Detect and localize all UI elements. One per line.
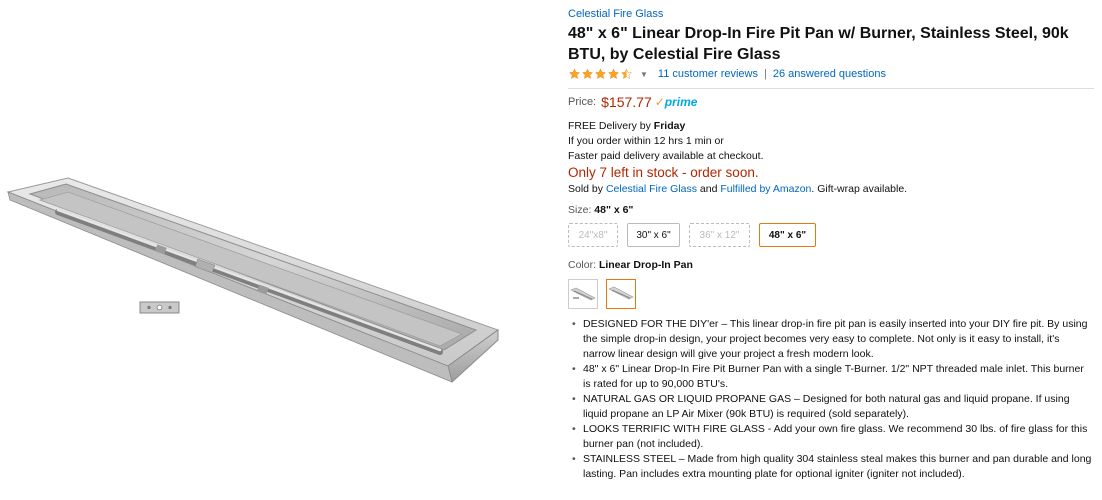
star-full-icon (569, 68, 580, 79)
delivery-info: FREE Delivery by Friday If you order wit… (568, 119, 1094, 164)
product-details: Celestial Fire Glass 48" x 6" Linear Dro… (568, 4, 1094, 482)
size-option-36x12[interactable]: 36" x 12" (689, 223, 750, 247)
price-label: Price: (568, 96, 597, 108)
star-rating[interactable] (568, 68, 633, 80)
color-label: Color: Linear Drop-In Pan (568, 258, 1094, 272)
size-option-30x6[interactable]: 30" x 6" (627, 223, 680, 247)
feature-bullet: 48" x 6" Linear Drop-In Fire Pit Burner … (568, 362, 1094, 392)
brand-link[interactable]: Celestial Fire Glass (568, 8, 663, 21)
size-label-text: Size: (568, 204, 595, 216)
feature-bullet: STAINLESS STEEL – Made from high quality… (568, 452, 1094, 482)
prime-badge[interactable]: ✓ prime (655, 95, 698, 109)
feature-bullet: NATURAL GAS OR LIQUID PROPANE GAS – Desi… (568, 392, 1094, 422)
color-swatch-alt[interactable] (568, 279, 598, 309)
sold-by-prefix: Sold by (568, 183, 606, 195)
mounting-plate (139, 301, 180, 314)
fulfilled-by-amazon-link[interactable]: Fulfilled by Amazon (720, 183, 811, 195)
faster-delivery-text: Faster paid delivery available at checko… (568, 150, 764, 162)
color-selected-value: Linear Drop-In Pan (598, 259, 693, 271)
answered-questions-link[interactable]: 26 answered questions (773, 68, 886, 80)
order-within-text: If you order within 12 hrs 1 min or (568, 135, 724, 147)
color-label-text: Color: (568, 259, 599, 271)
prime-label: prime (664, 95, 698, 109)
feature-bullet: DESIGNED FOR THE DIY'er – This linear dr… (568, 317, 1094, 362)
product-image[interactable] (0, 0, 560, 495)
free-delivery-text: FREE Delivery by (568, 120, 654, 132)
size-option-24x8[interactable]: 24"x8" (568, 223, 618, 247)
color-options (568, 279, 1094, 309)
rating-separator: | (763, 68, 767, 80)
rating-row: ▼ 11 customer reviews | 26 answered ques… (568, 66, 1094, 82)
price-value: $157.77 (601, 94, 652, 110)
feature-bullets: DESIGNED FOR THE DIY'er – This linear dr… (568, 317, 1094, 482)
delivery-day: Friday (653, 120, 686, 132)
sold-by-line: Sold by Celestial Fire Glass and Fulfill… (568, 181, 1094, 197)
star-full-icon (582, 68, 593, 79)
price-row: Price: $157.77 ✓ prime (568, 94, 1094, 110)
star-full-icon (608, 68, 619, 79)
free-delivery-line: FREE Delivery by Friday (568, 119, 1094, 134)
color-swatch-linear-drop-in-pan[interactable] (606, 279, 636, 309)
customer-reviews-link[interactable]: 11 customer reviews (658, 68, 758, 80)
chevron-down-icon[interactable]: ▼ (640, 70, 648, 79)
size-label: Size: 48" x 6" (568, 203, 1094, 217)
size-options: 24"x8" 30" x 6" 36" x 12" 48" x 6" (568, 223, 1094, 247)
sold-by-suffix: . Gift-wrap available. (811, 183, 908, 195)
pan-thumbnail-icon (608, 286, 634, 300)
fire-pit-pan-image (6, 177, 500, 383)
star-half-icon (621, 68, 632, 79)
seller-link[interactable]: Celestial Fire Glass (606, 183, 697, 195)
divider (568, 88, 1094, 89)
sold-by-and: and (696, 183, 721, 195)
feature-bullet: LOOKS TERRIFIC WITH FIRE GLASS - Add you… (568, 422, 1094, 452)
star-full-icon (595, 68, 606, 79)
prime-check-icon: ✓ (654, 95, 665, 109)
pan-thumbnail-icon (570, 287, 596, 301)
size-option-48x6[interactable]: 48" x 6" (759, 223, 816, 247)
product-title: 48" x 6" Linear Drop-In Fire Pit Pan w/ … (568, 25, 1069, 63)
size-selected-value: 48" x 6" (594, 204, 634, 216)
stock-message: Only 7 left in stock - order soon. (568, 165, 759, 180)
